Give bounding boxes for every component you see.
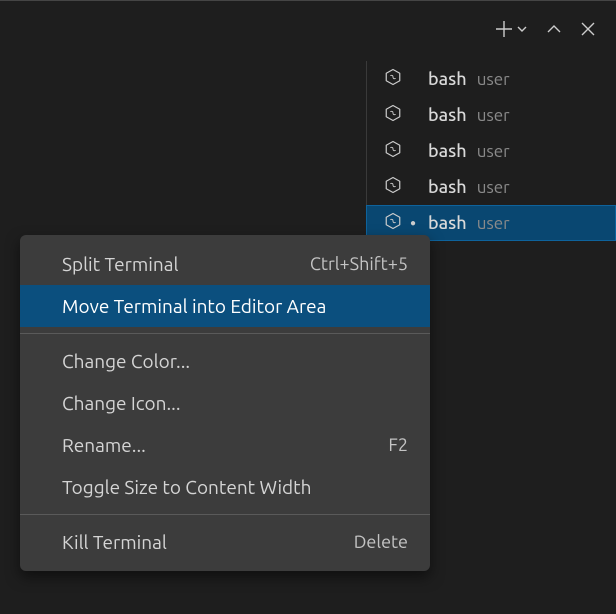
terminal-tab[interactable]: ●bashuser <box>366 97 616 133</box>
menu-item[interactable]: Change Icon... <box>20 382 430 424</box>
terminal-description: user <box>477 142 510 161</box>
bash-icon <box>384 68 402 86</box>
bash-icon <box>384 176 402 194</box>
menu-divider <box>20 514 430 515</box>
bash-icon <box>384 176 402 198</box>
bash-icon <box>384 212 402 230</box>
terminal-name: bash <box>428 141 467 161</box>
menu-item-shortcut: Delete <box>354 532 408 552</box>
terminal-name: bash <box>428 213 467 233</box>
menu-item-label: Change Color... <box>62 350 190 372</box>
new-terminal-group <box>494 19 528 39</box>
menu-item-shortcut: F2 <box>388 435 408 455</box>
terminal-tab[interactable]: ●bashuser <box>366 169 616 205</box>
terminal-description: user <box>477 214 510 233</box>
bash-icon <box>384 140 402 158</box>
menu-item[interactable]: Change Color... <box>20 340 430 382</box>
plus-icon <box>494 19 514 39</box>
menu-item-label: Move Terminal into Editor Area <box>62 295 326 317</box>
terminal-description: user <box>477 178 510 197</box>
bash-icon <box>384 140 402 162</box>
menu-item-shortcut: Ctrl+Shift+5 <box>310 254 408 274</box>
close-panel-button[interactable] <box>580 21 596 37</box>
terminal-name: bash <box>428 177 467 197</box>
terminal-description: user <box>477 106 510 125</box>
menu-item[interactable]: Move Terminal into Editor Area <box>20 285 430 327</box>
bash-icon <box>384 212 402 234</box>
close-icon <box>580 21 596 37</box>
menu-divider <box>20 333 430 334</box>
new-terminal-dropdown[interactable] <box>516 23 528 35</box>
new-terminal-button[interactable] <box>494 19 514 39</box>
menu-item-label: Toggle Size to Content Width <box>62 476 312 498</box>
maximize-panel-button[interactable] <box>546 21 562 37</box>
bash-icon <box>384 104 402 122</box>
menu-item-label: Split Terminal <box>62 253 178 275</box>
context-menu: Split Terminal Ctrl+Shift+5 Move Terminal … <box>20 235 430 571</box>
terminal-name: bash <box>428 69 467 89</box>
menu-item-label: Kill Terminal <box>62 531 167 553</box>
menu-item[interactable]: Rename... F2 <box>20 424 430 466</box>
menu-item[interactable]: Toggle Size to Content Width <box>20 466 430 508</box>
chevron-down-icon <box>516 23 528 35</box>
panel-toolbar <box>494 19 596 39</box>
menu-item-label: Rename... <box>62 434 146 456</box>
dirty-indicator-icon: ● <box>410 217 416 229</box>
terminal-tab[interactable]: ●bashuser <box>366 133 616 169</box>
bash-icon <box>384 104 402 126</box>
chevron-up-icon <box>546 21 562 37</box>
menu-item[interactable]: Kill Terminal Delete <box>20 521 430 563</box>
terminal-description: user <box>477 70 510 89</box>
bash-icon <box>384 68 402 90</box>
menu-item[interactable]: Split Terminal Ctrl+Shift+5 <box>20 243 430 285</box>
menu-item-label: Change Icon... <box>62 392 181 414</box>
terminal-name: bash <box>428 105 467 125</box>
terminal-tabs-list: ●bashuser●bashuser●bashuser●bashuser●bas… <box>366 61 616 241</box>
terminal-tab[interactable]: ●bashuser <box>366 61 616 97</box>
